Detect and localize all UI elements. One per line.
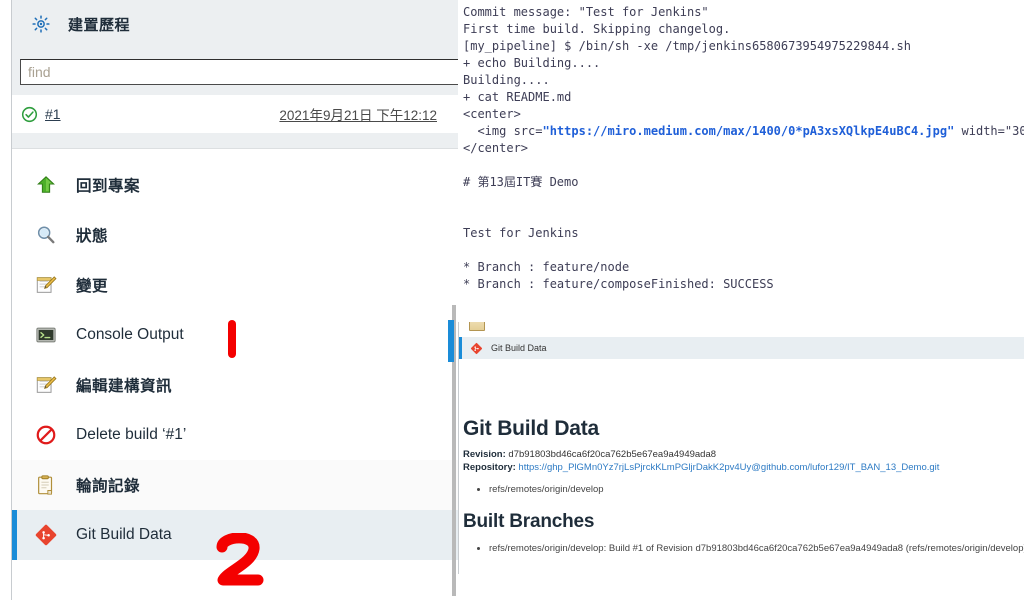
- console-output-text: Commit message: "Test for Jenkins" First…: [463, 4, 1024, 293]
- console-line: <img src="https://miro.medium.com/max/14…: [463, 124, 1024, 138]
- success-check-icon: [20, 105, 38, 123]
- find-input[interactable]: [20, 59, 458, 85]
- selected-indicator-bar: [459, 337, 462, 359]
- build-row[interactable]: #1 2021年9月21日 下午12:12: [12, 95, 458, 133]
- console-line: Test for Jenkins: [463, 226, 579, 240]
- console-line: </center>: [463, 141, 529, 155]
- inset-sidebar-item-label: Git Build Data: [491, 343, 547, 353]
- console-line: + echo Building....: [463, 56, 601, 70]
- notepad-pencil-icon: [34, 373, 58, 397]
- gear-settings-icon: [32, 15, 50, 33]
- sidebar-item-status[interactable]: 狀態: [12, 210, 458, 260]
- list-item: refs/remotes/origin/develop: [489, 483, 1019, 497]
- find-strip: [12, 48, 458, 95]
- git-build-data-heading: Git Build Data: [463, 417, 600, 440]
- sidebar-item-label: 編輯建構資訊: [76, 378, 173, 395]
- console-line: + cat README.md: [463, 90, 572, 104]
- up-arrow-green-icon: [34, 173, 58, 197]
- no-entry-icon: [34, 423, 58, 447]
- annotation-1-marker: [228, 320, 236, 358]
- build-row-divider-line: [12, 148, 458, 149]
- sidebar-item-label: 變更: [76, 278, 109, 295]
- revision-row: Revision: d7b91803bd46ca6f20ca762b5e67ea…: [463, 448, 1019, 461]
- git-diamond-icon: [34, 523, 58, 547]
- built-branches-heading: Built Branches: [463, 511, 595, 532]
- console-line: * Branch : feature/node: [463, 260, 630, 274]
- sidebar-item-back-to-project[interactable]: 回到專案: [12, 160, 458, 210]
- console-image-url: "https://miro.medium.com/max/1400/0*pA3x…: [542, 124, 955, 138]
- console-line: # 第13屆IT賽 Demo: [463, 175, 579, 189]
- sidebar-item-delete-build[interactable]: Delete build ‘#1’: [12, 410, 458, 460]
- clipboard-icon: [469, 322, 485, 331]
- refs-list: refs/remotes/origin/develop: [463, 483, 1019, 497]
- sidebar-item-label: 輪詢記錄: [76, 478, 141, 495]
- console-line: Commit message: "Test for Jenkins": [463, 5, 709, 19]
- sidebar-item-label: Git Build Data: [76, 526, 172, 543]
- console-line: <center>: [463, 107, 521, 121]
- revision-value: d7b91803bd46ca6f20ca762b5e67ea9a4949ada8: [505, 449, 717, 460]
- inset-partial-row-above: [459, 322, 1024, 332]
- sidebar-item-label: 狀態: [76, 228, 109, 245]
- build-sidebar-panel: 建置歷程 #1 2021年9月21日 下午12:12 回到專案: [0, 0, 458, 600]
- build-history-header: 建置歷程: [12, 0, 458, 48]
- console-line: * Branch : feature/composeFinished: SUCC…: [463, 277, 774, 291]
- magnifier-icon: [34, 223, 58, 247]
- repository-label: Repository:: [463, 462, 516, 473]
- sidebar-item-polling-log[interactable]: 輪詢記錄: [12, 460, 458, 510]
- sidebar-item-changes[interactable]: 變更: [12, 260, 458, 310]
- revision-label: Revision:: [463, 449, 506, 460]
- clipboard-icon: [34, 473, 58, 497]
- sidebar-item-label: 回到專案: [76, 178, 141, 195]
- build-row-divider-band: [12, 133, 458, 148]
- sidebar-scrollbar-thumb[interactable]: [448, 320, 454, 362]
- inset-sidebar-item-git-build-data[interactable]: Git Build Data: [459, 337, 1024, 359]
- build-number-link[interactable]: #1: [45, 106, 61, 122]
- git-build-data-overlay-panel: Git Build Data Git Build Data Revision: …: [458, 322, 1024, 574]
- selected-indicator-bar: [12, 510, 17, 560]
- inset-left-border: [458, 322, 459, 574]
- build-history-title: 建置歷程: [68, 16, 131, 34]
- console-line: First time build. Skipping changelog.: [463, 22, 731, 36]
- git-diamond-icon: [470, 342, 483, 355]
- sidebar-menu: 回到專案 狀態 變更 Console Output 編輯建構資訊 Delete …: [12, 160, 458, 560]
- git-build-data-content: Git Build Data Revision: d7b91803bd46ca6…: [463, 417, 1024, 556]
- build-timestamp-link[interactable]: 2021年9月21日 下午12:12: [279, 104, 437, 124]
- repository-row: Repository: https://ghp_PlGMn0Yz7rjLsPjr…: [463, 461, 1019, 474]
- sidebar-item-label: Delete build ‘#1’: [76, 426, 187, 443]
- terminal-icon: [34, 323, 58, 347]
- built-branches-list: refs/remotes/origin/develop: Build #1 of…: [463, 542, 1024, 556]
- notepad-pencil-icon: [34, 273, 58, 297]
- list-item: refs/remotes/origin/develop: Build #1 of…: [489, 542, 1024, 556]
- sidebar-item-label: Console Output: [76, 326, 184, 343]
- repository-url-link[interactable]: https://ghp_PlGMn0Yz7rjLsPjrckKLmPGljrDa…: [516, 462, 939, 473]
- console-line: [my_pipeline] $ /bin/sh -xe /tmp/jenkins…: [463, 39, 911, 53]
- sidebar-item-edit-build-information[interactable]: 編輯建構資訊: [12, 360, 458, 410]
- console-line: Building....: [463, 73, 550, 87]
- sidebar-item-git-build-data[interactable]: Git Build Data: [12, 510, 458, 560]
